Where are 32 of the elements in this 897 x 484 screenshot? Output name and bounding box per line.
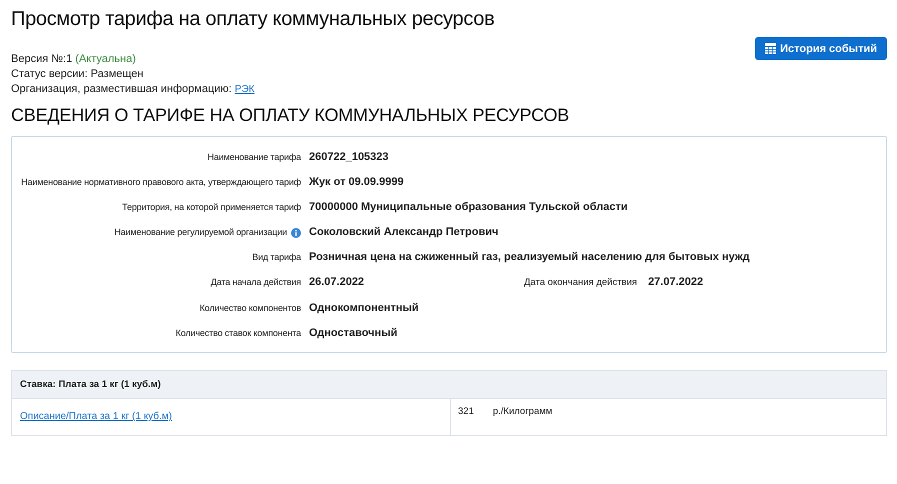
field-value: 260722_105323 — [309, 150, 390, 164]
field-label: Наименование нормативного правового акта, утверждающего тариф — [21, 177, 301, 188]
field-value: 70000000 Муниципальные образования Тульской области — [309, 200, 628, 214]
rate-unit: р./Килограмм — [492, 406, 552, 417]
calendar-icon — [765, 43, 776, 54]
field-value: Соколовский Александр Петрович — [309, 225, 500, 239]
page-title: Просмотр тарифа на оплату коммунальных ресурсов — [11, 8, 496, 31]
field-value: 27.07.2022 — [648, 275, 704, 289]
field-value: Однокомпонентный — [309, 301, 420, 315]
section-title: СВЕДЕНИЯ О ТАРИФЕ НА ОПЛАТУ КОММУНАЛЬНЫХ РЕСУРСОВ — [11, 105, 570, 126]
organization-label: Организация, разместившая информацию: — [11, 83, 232, 95]
version-label: Версия №:1 — [11, 53, 72, 65]
field-label: Вид тарифа — [252, 252, 301, 263]
field-label: Количество компонентов — [200, 303, 301, 314]
rate-title: Ставка: Плата за 1 кг (1 куб.м) — [20, 379, 161, 390]
info-icon[interactable] — [291, 228, 301, 238]
field-label: Количество ставок компонента — [176, 328, 301, 339]
organization-link[interactable]: РЭК — [234, 84, 254, 95]
field-label: Наименование регулируемой организации — [114, 227, 287, 238]
field-value: Розничная цена на сжиженный газ, реализуемый населению для бытовых нужд — [309, 250, 750, 264]
version-status-text: Статус версии: Размещен — [11, 68, 144, 80]
rate-amount: 321 — [458, 406, 474, 417]
field-value: 26.07.2022 — [309, 275, 366, 289]
field-label: Территория, на которой применяется тариф — [122, 202, 301, 213]
field-value: Жук от 09.09.9999 — [309, 175, 405, 189]
field-label: Наименование тарифа — [207, 152, 301, 163]
history-button[interactable]: История событий — [755, 37, 887, 60]
field-label: Дата окончания действия — [524, 276, 638, 290]
description-link[interactable]: Описание/Плата за 1 кг (1 куб.м) — [20, 411, 172, 422]
field-value: Одноставочный — [309, 326, 398, 340]
field-label: Дата начала действия — [210, 277, 301, 288]
version-status: (Актуальна) — [75, 53, 136, 65]
